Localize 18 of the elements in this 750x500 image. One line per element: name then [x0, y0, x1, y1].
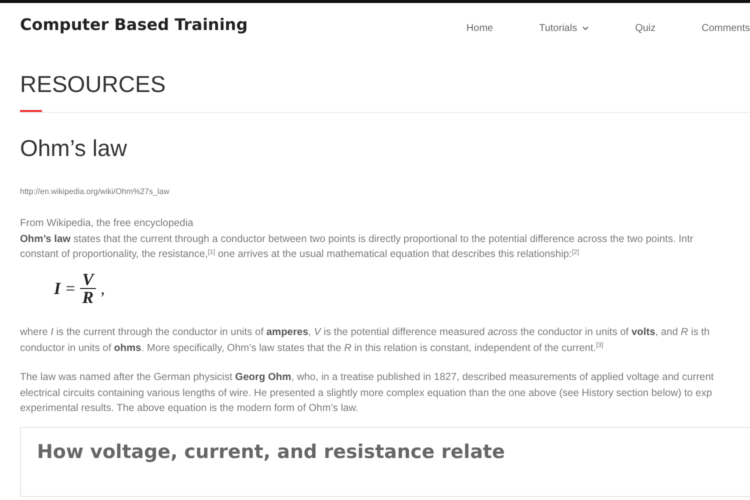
article-title: Ohm’s law: [20, 137, 128, 160]
text-line: electrical circuits containing various lengths of wire. He presented a slightly more complex equation than the one above (see History section below) to exp: [20, 386, 712, 401]
chevron-down-icon: [582, 26, 590, 31]
text-line: Ohm’s law states that the current through a conductor between two points is directly proportional to the potential difference across the two points. Intr: [20, 232, 694, 246]
nav-link[interactable]: Comments: [656, 21, 750, 36]
nav-link[interactable]: Quiz: [589, 21, 656, 36]
nav-link[interactable]: Home: [420, 21, 494, 36]
section-heading: How voltage, current, and resistance relate: [37, 440, 505, 465]
text-line: The law was named after the German physicist Georg Ohm, who, in a treatise published in 1827, described measurements of applied voltage and current: [20, 371, 714, 386]
nav-dropdown[interactable]: Tutorials: [493, 21, 590, 36]
text-line: experimental results. The above equation is the modern form of Ohm’s law.: [20, 402, 358, 416]
text-line: From Wikipedia, the free encyclopedia: [20, 217, 194, 231]
source-link[interactable]: http://en.wikipedia.org/wiki/Ohm%27s_law: [20, 186, 170, 198]
site-title[interactable]: Computer Based Training: [20, 13, 248, 37]
text-line: where I is the current through the conductor in units of amperes, V is the potential difference measured across the conductor in units of volts, and R is th: [20, 326, 710, 340]
text-line: conductor in units of ohms. More specifically, Ohm’s law states that the R in this relation is constant, independent of the current.$^{[3]}$: [20, 341, 604, 356]
page-heading: RESOURCES: [20, 73, 167, 96]
text-line: constant of proportionality, the resistance,$^{[1]}$ one arrives at the usual mathematical equation that describes this relationship:$^{[2]}$: [20, 248, 580, 262]
